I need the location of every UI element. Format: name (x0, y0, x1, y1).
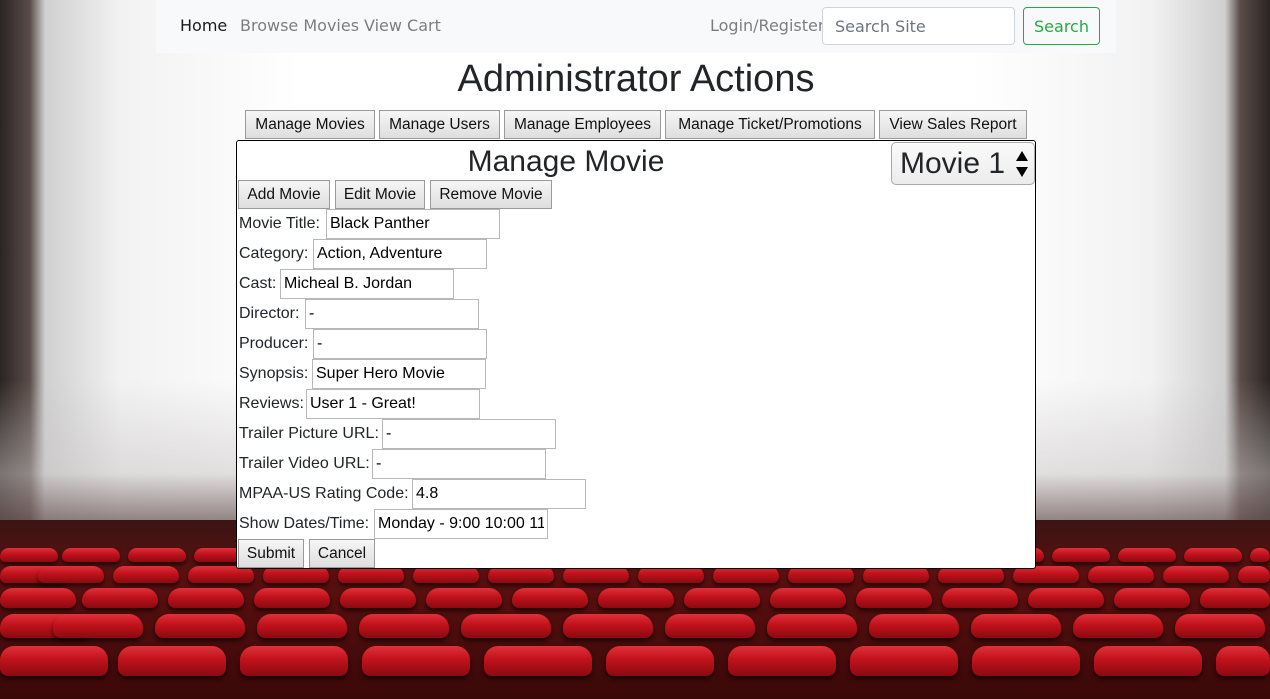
theater-seat (340, 588, 416, 608)
theater-seat (0, 548, 58, 562)
category-label: Category: (239, 245, 309, 262)
search-button[interactable]: Search (1023, 7, 1100, 45)
manage-employees-button[interactable]: Manage Employees (504, 110, 661, 139)
theater-seat (53, 614, 143, 638)
theater-seat (82, 588, 158, 608)
theater-seat (1114, 588, 1190, 608)
cast-field[interactable] (280, 269, 454, 299)
theater-seat (1238, 566, 1270, 583)
reviews-field[interactable] (306, 389, 480, 419)
reviews-label: Reviews: (239, 395, 304, 412)
theater-seat (240, 646, 348, 676)
trailer-video-url-label: Trailer Video URL: (239, 455, 370, 472)
theater-seat (598, 588, 674, 608)
theater-seat (0, 646, 108, 676)
nav-view-cart-link[interactable]: View Cart (364, 16, 441, 36)
theater-seat (767, 614, 857, 638)
producer-field[interactable] (313, 329, 487, 359)
view-sales-report-button[interactable]: View Sales Report (879, 110, 1027, 139)
theater-seat (1052, 548, 1110, 562)
manage-users-button[interactable]: Manage Users (379, 110, 500, 139)
producer-label: Producer: (239, 335, 309, 352)
theater-seat (1216, 646, 1270, 676)
theater-seat (972, 646, 1080, 676)
theater-seat (113, 566, 179, 583)
theater-seat (359, 614, 449, 638)
theater-seat (512, 588, 588, 608)
theater-seat (38, 566, 104, 583)
theater-seat (665, 614, 755, 638)
theater-seat (168, 588, 244, 608)
add-movie-button[interactable]: Add Movie (238, 180, 330, 209)
theater-seat (1118, 548, 1176, 562)
show-dates-field[interactable] (374, 509, 548, 539)
movie-title-label: Movie Title: (239, 215, 320, 232)
page-title: Administrator Actions (457, 58, 815, 100)
synopsis-field[interactable] (312, 359, 486, 389)
mpaa-rating-field[interactable] (412, 479, 586, 509)
theater-seat (1073, 614, 1163, 638)
theater-seat (1028, 588, 1104, 608)
theater-seat (257, 614, 347, 638)
theater-seat (484, 646, 592, 676)
theater-seat (1200, 588, 1270, 608)
trailer-video-url-field[interactable] (372, 449, 546, 479)
theater-seat (362, 646, 470, 676)
select-arrows-icon (1016, 151, 1028, 177)
theater-seat (1094, 646, 1202, 676)
login-register-link[interactable]: Login/Register (710, 16, 824, 36)
panel-title: Manage Movie (467, 145, 665, 178)
manage-movies-button[interactable]: Manage Movies (245, 110, 375, 139)
cast-label: Cast: (239, 275, 277, 292)
theater-seat (254, 588, 330, 608)
show-dates-label: Show Dates/Time: (239, 515, 370, 532)
theater-seat (869, 614, 959, 638)
theater-seat (856, 588, 932, 608)
mpaa-rating-label: MPAA-US Rating Code: (239, 485, 409, 502)
submit-button[interactable]: Submit (238, 539, 304, 568)
theater-seat (62, 548, 120, 562)
theater-seat (426, 588, 502, 608)
nav-browse-movies-link[interactable]: Browse Movies (240, 16, 359, 36)
synopsis-label: Synopsis: (239, 365, 309, 382)
theater-seat (728, 646, 836, 676)
nav-home-link[interactable]: Home (180, 16, 227, 36)
theater-seat (563, 614, 653, 638)
theater-seat (770, 588, 846, 608)
director-label: Director: (239, 305, 300, 322)
trailer-picture-url-field[interactable] (382, 419, 556, 449)
theater-seat (606, 646, 714, 676)
remove-movie-button[interactable]: Remove Movie (430, 180, 552, 209)
theater-seat (128, 548, 186, 562)
category-field[interactable] (313, 239, 487, 269)
theater-seat (0, 588, 76, 608)
manage-movie-panel: Manage Movie Movie 1 Add Movie Edit Movi… (236, 140, 1036, 569)
edit-movie-button[interactable]: Edit Movie (335, 180, 425, 209)
theater-seat (971, 614, 1061, 638)
movie-select-value: Movie 1 (900, 147, 1006, 180)
top-navbar: Home Browse Movies View Cart Login/Regis… (156, 0, 1116, 53)
theater-seat (118, 646, 226, 676)
search-input[interactable] (822, 7, 1015, 45)
theater-seat (1088, 566, 1154, 583)
theater-seat (1184, 548, 1242, 562)
theater-seat (850, 646, 958, 676)
theater-seat (942, 588, 1018, 608)
movie-select[interactable]: Movie 1 (891, 142, 1035, 185)
trailer-picture-url-label: Trailer Picture URL: (239, 425, 379, 442)
theater-seat (1250, 548, 1270, 562)
movie-title-field[interactable] (326, 209, 500, 239)
theater-seat (461, 614, 551, 638)
manage-ticket-promotions-button[interactable]: Manage Ticket/Promotions (665, 110, 875, 139)
cancel-button[interactable]: Cancel (309, 539, 375, 568)
director-field[interactable] (305, 299, 479, 329)
theater-seat (155, 614, 245, 638)
theater-seat (1175, 614, 1265, 638)
theater-seat (1163, 566, 1229, 583)
theater-seat (684, 588, 760, 608)
